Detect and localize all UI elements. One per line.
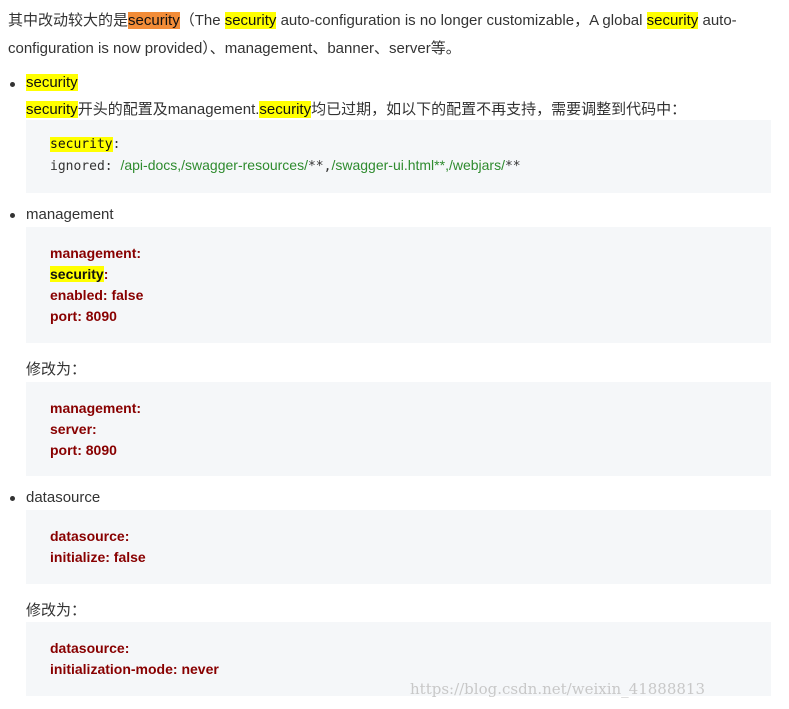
desc-text: 开头的配置及management. xyxy=(77,101,260,118)
code-line: initialization-mode: never xyxy=(50,661,219,677)
code-line: port: 8090 xyxy=(50,442,117,458)
code-line: enabled: false xyxy=(50,287,144,303)
search-highlight-current: security xyxy=(128,12,180,29)
code-line: management: xyxy=(50,400,142,416)
intro-paragraph: 其中改动较大的是security（The security auto-confi… xyxy=(8,7,780,63)
code-punct: **, xyxy=(307,159,332,174)
code-colon: : xyxy=(112,137,121,152)
code-block-management-before: management: security: enabled: false por… xyxy=(26,227,771,343)
intro-text: （The xyxy=(179,12,225,29)
list-item-management-title: management xyxy=(26,206,114,223)
list-bullet xyxy=(10,82,15,87)
code-line: security: xyxy=(50,266,108,282)
search-highlight: security xyxy=(26,74,78,91)
list-item-security-desc: security开头的配置及management.security均已过期，如以… xyxy=(26,98,686,119)
code-line: management: xyxy=(50,245,142,261)
change-label: 修改为： xyxy=(26,602,87,619)
code-line: server: xyxy=(50,421,97,437)
code-line: initialize: false xyxy=(50,549,146,565)
code-line: port: 8090 xyxy=(50,308,117,324)
code-line: security: xyxy=(50,137,120,152)
code-string: /swagger-ui.html**,/webjars/ xyxy=(331,157,505,173)
desc-text: 均已过期，如以下的配置不再支持，需要调整到代码中： xyxy=(311,101,687,118)
code-block-management-after: management: server: port: 8090 xyxy=(26,382,771,476)
code-string: /api-docs,/swagger-resources/ xyxy=(120,157,308,173)
search-highlight: security xyxy=(50,266,104,282)
intro-text: auto-configuration is no longer customiz… xyxy=(276,12,647,29)
watermark-url: https://blog.csdn.net/weixin_41888813 xyxy=(410,680,706,698)
code-block-datasource-before: datasource: initialize: false xyxy=(26,510,771,584)
code-line: ignored: /api-docs,/swagger-resources/**… xyxy=(50,157,521,174)
search-highlight: security xyxy=(50,137,113,152)
search-highlight: security xyxy=(224,12,277,29)
code-line: datasource: xyxy=(50,528,130,544)
code-punct: ** xyxy=(504,159,521,174)
code-block-security: security: ignored: /api-docs,/swagger-re… xyxy=(26,120,771,193)
list-item-datasource-title: datasource xyxy=(26,489,101,506)
change-label: 修改为： xyxy=(26,361,87,378)
search-highlight: security xyxy=(646,12,699,29)
code-key: ignored: xyxy=(50,159,121,174)
search-highlight: security xyxy=(259,101,312,118)
list-bullet xyxy=(10,496,15,501)
code-colon: : xyxy=(103,266,109,282)
search-highlight: security xyxy=(26,101,78,118)
list-item-security-title: security xyxy=(26,74,78,91)
code-line: datasource: xyxy=(50,640,130,656)
intro-text: 其中改动较大的是 xyxy=(8,12,129,29)
list-bullet xyxy=(10,213,15,218)
